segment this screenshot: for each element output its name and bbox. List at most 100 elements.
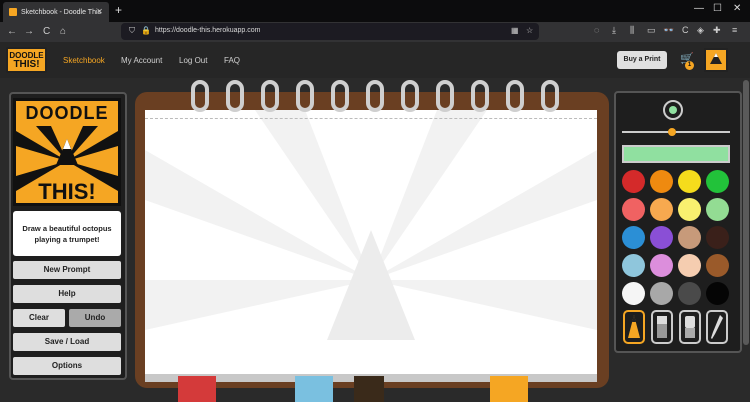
options-button[interactable]: Options bbox=[13, 357, 121, 375]
reload-icon[interactable]: C bbox=[43, 26, 50, 37]
current-color bbox=[622, 145, 730, 163]
color-swatch[interactable] bbox=[678, 282, 701, 305]
color-swatch[interactable] bbox=[706, 170, 729, 193]
color-swatch[interactable] bbox=[706, 198, 729, 221]
brush-size-slider[interactable] bbox=[622, 131, 730, 133]
buy-print-button[interactable]: Buy a Print bbox=[617, 51, 667, 69]
color-swatch[interactable] bbox=[622, 254, 645, 277]
brush-dot bbox=[669, 106, 677, 114]
pencil-logo-icon bbox=[706, 50, 726, 70]
close-window-icon[interactable]: ✕ bbox=[733, 3, 741, 14]
spiral-ring bbox=[226, 80, 244, 112]
page-tab-orange[interactable] bbox=[490, 376, 528, 402]
brush-size-slider-thumb[interactable] bbox=[668, 128, 676, 136]
browser-tab[interactable]: Sketchbook - Doodle This ✕ bbox=[3, 2, 109, 22]
page-tab-dark[interactable] bbox=[354, 376, 384, 402]
cart-count-badge: 1 bbox=[685, 61, 694, 70]
close-tab-icon[interactable]: ✕ bbox=[96, 7, 103, 16]
site-logo-line2: THIS! bbox=[13, 59, 40, 70]
extension-glasses-icon[interactable]: 👓 bbox=[663, 25, 674, 36]
bookmark-star-icon[interactable]: ☆ bbox=[526, 26, 533, 35]
prompt-card: Draw a beautiful octopus playing a trump… bbox=[13, 211, 121, 256]
help-button[interactable]: Help bbox=[13, 285, 121, 303]
color-swatch[interactable] bbox=[650, 198, 673, 221]
color-swatch[interactable] bbox=[706, 282, 729, 305]
eraser-icon bbox=[685, 316, 695, 338]
marker-icon bbox=[657, 316, 667, 338]
download-icon[interactable]: ⤓ bbox=[612, 25, 616, 36]
pencil-icon bbox=[628, 315, 640, 338]
tab-title: Sketchbook - Doodle This bbox=[21, 8, 102, 16]
browser-tab-strip: Sketchbook - Doodle This ✕ + — ☐ ✕ bbox=[0, 0, 750, 22]
eraser-tool-button[interactable] bbox=[679, 310, 701, 344]
marker-tool-button[interactable] bbox=[651, 310, 673, 344]
url-bar[interactable]: ⛉ 🔒 https://doodle-this.herokuapp.com ▦ … bbox=[121, 23, 539, 40]
eyedropper-tool-button[interactable] bbox=[706, 310, 728, 344]
spiral-ring bbox=[401, 80, 419, 112]
maximize-icon[interactable]: ☐ bbox=[713, 3, 722, 14]
prompt-text: Draw a beautiful octopus playing a trump… bbox=[22, 223, 112, 244]
color-swatch[interactable] bbox=[622, 226, 645, 249]
extension-red-icon[interactable]: ✚ bbox=[713, 25, 721, 36]
qr-code-icon[interactable]: ▦ bbox=[511, 26, 519, 35]
brush-size-preview bbox=[663, 100, 683, 120]
shield-icon[interactable]: ⛉ bbox=[129, 26, 135, 36]
color-swatch[interactable] bbox=[706, 254, 729, 277]
nav-faq[interactable]: FAQ bbox=[224, 56, 240, 65]
spiral-ring bbox=[436, 80, 454, 112]
drawing-canvas[interactable] bbox=[145, 110, 597, 376]
page-tab-blue[interactable] bbox=[295, 376, 333, 402]
color-swatch[interactable] bbox=[678, 170, 701, 193]
pocket-icon[interactable]: ◌ bbox=[594, 25, 599, 35]
clear-button[interactable]: Clear bbox=[13, 309, 65, 327]
new-tab-button[interactable]: + bbox=[115, 3, 122, 17]
menu-icon[interactable]: ≡ bbox=[732, 25, 737, 35]
home-icon[interactable]: ⌂ bbox=[60, 26, 66, 37]
avatar[interactable] bbox=[704, 48, 728, 72]
back-icon[interactable]: ← bbox=[7, 26, 17, 37]
save-load-button[interactable]: Save / Load bbox=[13, 333, 121, 351]
new-prompt-button[interactable]: New Prompt bbox=[13, 261, 121, 279]
page-tab-red[interactable] bbox=[178, 376, 216, 402]
site-logo[interactable]: DOODLE THIS! bbox=[6, 47, 47, 73]
color-swatch[interactable] bbox=[678, 198, 701, 221]
spiral-ring bbox=[471, 80, 489, 112]
sidebar-icon[interactable]: ▭ bbox=[647, 25, 656, 36]
undo-button[interactable]: Undo bbox=[69, 309, 121, 327]
lock-icon[interactable]: 🔒 bbox=[141, 26, 151, 35]
spiral-ring bbox=[191, 80, 209, 112]
site-favicon bbox=[9, 8, 17, 16]
color-swatch[interactable] bbox=[650, 282, 673, 305]
spiral-ring bbox=[366, 80, 384, 112]
forward-icon[interactable]: → bbox=[24, 26, 34, 37]
page-scrollbar-thumb[interactable] bbox=[743, 80, 749, 345]
color-swatch[interactable] bbox=[622, 170, 645, 193]
spiral-ring bbox=[261, 80, 279, 112]
spiral-ring bbox=[296, 80, 314, 112]
color-swatch[interactable] bbox=[706, 226, 729, 249]
spiral-ring bbox=[331, 80, 349, 112]
color-swatch[interactable] bbox=[678, 226, 701, 249]
logo-text-bottom: THIS! bbox=[38, 179, 96, 204]
library-icon[interactable]: ⫼ bbox=[630, 25, 634, 36]
page-divider bbox=[145, 118, 597, 119]
logo-text-top: DOODLE bbox=[25, 103, 109, 123]
eyedropper-icon bbox=[711, 315, 723, 339]
color-swatch[interactable] bbox=[622, 198, 645, 221]
nav-log-out[interactable]: Log Out bbox=[179, 56, 207, 65]
pencil-tool-button[interactable] bbox=[623, 310, 645, 344]
extension-c-icon[interactable]: C bbox=[682, 25, 689, 35]
color-swatch[interactable] bbox=[678, 254, 701, 277]
doodle-this-logo: DOODLE THIS! bbox=[13, 98, 121, 206]
url-text[interactable]: https://doodle-this.herokuapp.com bbox=[155, 27, 260, 34]
minimize-icon[interactable]: — bbox=[694, 3, 704, 14]
color-swatch[interactable] bbox=[650, 170, 673, 193]
color-swatch[interactable] bbox=[650, 254, 673, 277]
nav-sketchbook[interactable]: Sketchbook bbox=[63, 56, 105, 65]
spiral-ring bbox=[541, 80, 559, 112]
nav-my-account[interactable]: My Account bbox=[121, 56, 162, 65]
color-swatch[interactable] bbox=[650, 226, 673, 249]
watermark-logo-icon bbox=[145, 110, 597, 340]
extension-icon[interactable]: ◈ bbox=[697, 25, 704, 36]
color-swatch[interactable] bbox=[622, 282, 645, 305]
